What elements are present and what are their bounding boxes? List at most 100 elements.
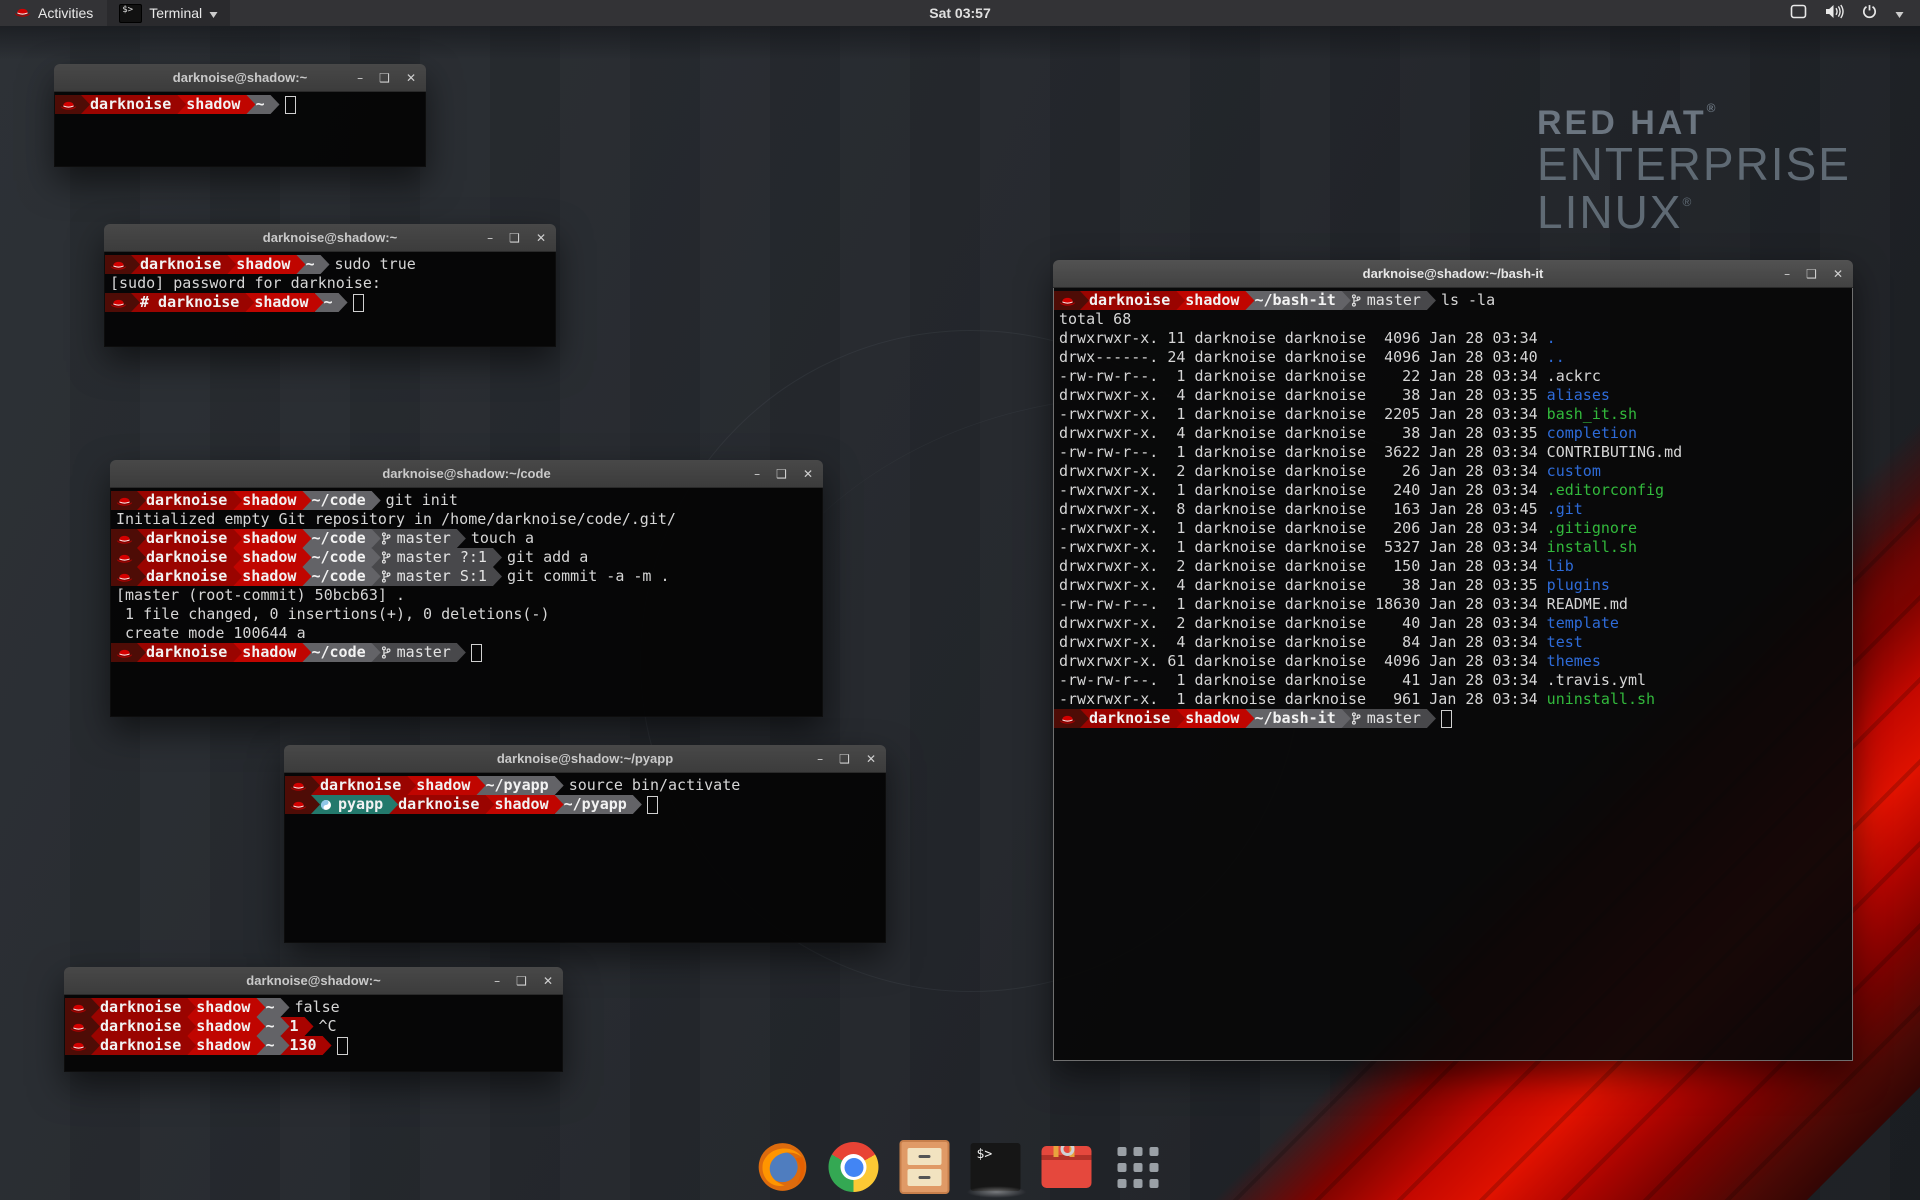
window-titlebar[interactable]: darknoise@shadow:~/pyapp–❑✕ xyxy=(284,745,886,773)
terminal-screen[interactable]: darknoiseshadow~sudo true[sudo] password… xyxy=(104,252,556,347)
minimize-button[interactable]: – xyxy=(754,468,760,480)
terminal-cursor xyxy=(1441,710,1452,728)
terminal-line: darknoiseshadow~/codemaster ?:1git add a xyxy=(111,548,822,567)
terminal-line: Initialized empty Git repository in /hom… xyxy=(111,510,822,529)
clock[interactable]: Sat 03:57 xyxy=(929,5,990,21)
maximize-button[interactable]: ❑ xyxy=(839,753,850,765)
ls-row-filename: lib xyxy=(1547,557,1574,575)
terminal-line: darknoiseshadow~/pyappsource bin/activat… xyxy=(285,776,885,795)
terminal-line: darknoiseshadow~/codemaster xyxy=(111,643,822,662)
terminal-line: darknoiseshadow~1^C xyxy=(65,1017,562,1036)
minimize-button[interactable]: – xyxy=(1784,268,1790,280)
ls-row-meta: -rw-rw-r--. 1 darknoise darknoise 22 Jan… xyxy=(1059,367,1547,385)
close-button[interactable]: ✕ xyxy=(1833,268,1843,280)
terminal-window-term-pyapp[interactable]: darknoise@shadow:~/pyapp–❑✕darknoiseshad… xyxy=(284,745,886,943)
terminal-line: -rwxrwxr-x. 1 darknoise darknoise 240 Ja… xyxy=(1054,481,1852,500)
top-bar-left: Activities $> Terminal xyxy=(0,0,230,26)
ls-row-filename: template xyxy=(1547,614,1619,632)
dock-item-chrome[interactable] xyxy=(827,1140,881,1194)
window-titlebar[interactable]: darknoise@shadow:~–❑✕ xyxy=(64,967,563,995)
ls-row-meta: -rwxrwxr-x. 1 darknoise darknoise 5327 J… xyxy=(1059,538,1547,556)
app-menu-label: Terminal xyxy=(149,5,202,21)
terminal-screen[interactable]: darknoiseshadow~/bash-itmasterls -latota… xyxy=(1053,288,1853,1061)
prompt-segment-host: shadow xyxy=(187,998,265,1017)
dock-item-terminal[interactable]: $> xyxy=(969,1140,1023,1194)
ls-row-meta: -rwxrwxr-x. 1 darknoise darknoise 2205 J… xyxy=(1059,405,1547,423)
dock-item-toolbox[interactable] xyxy=(1040,1140,1094,1194)
prompt-segment-git: master xyxy=(1342,291,1436,310)
chevron-down-icon xyxy=(209,5,218,21)
terminal-screen[interactable]: darknoiseshadow~/codegit initInitialized… xyxy=(110,488,823,717)
ls-row-meta: drwxrwxr-x. 2 darknoise darknoise 40 Jan… xyxy=(1059,614,1547,632)
window-titlebar[interactable]: darknoise@shadow:~ – ❑ ✕ xyxy=(104,224,556,252)
terminal-line: drwxrwxr-x. 2 darknoise darknoise 150 Ja… xyxy=(1054,557,1852,576)
command-text: source bin/activate xyxy=(569,776,741,795)
window-title: darknoise@shadow:~/bash-it xyxy=(1363,266,1544,281)
terminal-line: drwxrwxr-x. 4 darknoise darknoise 38 Jan… xyxy=(1054,576,1852,595)
output-text: [sudo] password for darknoise: xyxy=(110,274,381,292)
terminal-screen[interactable]: darknoiseshadow~/pyappsource bin/activat… xyxy=(284,773,886,943)
minimize-button[interactable]: – xyxy=(817,753,823,765)
close-button[interactable]: ✕ xyxy=(536,232,546,244)
logo-line-1: RED HAT xyxy=(1537,104,1707,142)
prompt-segment-git: master xyxy=(372,529,466,548)
prompt-segment-user: darknoise xyxy=(91,1017,196,1036)
window-controls: – ❑ ✕ xyxy=(1784,260,1843,287)
terminal-window-term-code[interactable]: darknoise@shadow:~/code – ❑ ✕ darknoiseshado… xyxy=(110,460,823,717)
ls-row-filename: plugins xyxy=(1547,576,1610,594)
prompt-segment-user: darknoise xyxy=(131,255,236,274)
terminal-line: pyappdarknoiseshadow~/pyapp xyxy=(285,795,885,814)
window-title: darknoise@shadow:~ xyxy=(263,230,397,245)
chevron-down-icon xyxy=(1895,5,1904,21)
display-icon xyxy=(1790,4,1807,22)
window-title: darknoise@shadow:~ xyxy=(173,70,307,85)
terminal-window-term-bashit[interactable]: darknoise@shadow:~/bash-it – ❑ ✕ darknoisesh… xyxy=(1053,260,1853,1061)
rhel-logo: RED HAT® ENTERPRISE LINUX® xyxy=(1537,102,1851,237)
prompt-segment-host: shadow xyxy=(245,293,323,312)
close-button[interactable]: ✕ xyxy=(866,753,876,765)
maximize-button[interactable]: ❑ xyxy=(516,975,527,987)
close-button[interactable]: ✕ xyxy=(406,72,416,84)
command-text: touch a xyxy=(471,529,534,548)
minimize-button[interactable]: – xyxy=(487,232,493,244)
terminal-screen[interactable]: darknoiseshadow~falsedarknoiseshadow~1^C… xyxy=(64,995,563,1072)
dock-item-app-grid[interactable] xyxy=(1111,1140,1165,1194)
maximize-button[interactable]: ❑ xyxy=(1806,268,1817,280)
window-titlebar[interactable]: darknoise@shadow:~/code – ❑ ✕ xyxy=(110,460,823,488)
terminal-window-term-sudo[interactable]: darknoise@shadow:~–❑✕darknoiseshadow~sud… xyxy=(104,224,556,347)
close-button[interactable]: ✕ xyxy=(803,468,813,480)
minimize-button[interactable]: – xyxy=(357,72,363,84)
power-icon xyxy=(1862,4,1877,22)
prompt-segment-git: master xyxy=(372,643,466,662)
maximize-button[interactable]: ❑ xyxy=(776,468,787,480)
window-titlebar[interactable]: darknoise@shadow:~/bash-it – ❑ ✕ xyxy=(1053,260,1853,288)
prompt-segment-user: darknoise xyxy=(91,998,196,1017)
terminal-line: total 68 xyxy=(1054,310,1852,329)
app-menu-terminal[interactable]: $> Terminal xyxy=(107,0,230,26)
prompt-segment-path: ~/code xyxy=(302,529,380,548)
prompt-segment-host: shadow xyxy=(187,1017,265,1036)
dock-item-files[interactable] xyxy=(898,1140,952,1194)
maximize-button[interactable]: ❑ xyxy=(509,232,520,244)
terminal-line: drwxrwxr-x. 61 darknoise darknoise 4096 … xyxy=(1054,652,1852,671)
top-bar: Activities $> Terminal Sat 03:57 xyxy=(0,0,1920,26)
terminal-line: -rwxrwxr-x. 1 darknoise darknoise 961 Ja… xyxy=(1054,690,1852,709)
terminal-window-term-exitcodes[interactable]: darknoise@shadow:~–❑✕darknoiseshadow~fal… xyxy=(64,967,563,1072)
prompt-segment-path: ~/code xyxy=(302,643,380,662)
activities-button[interactable]: Activities xyxy=(0,0,107,26)
close-button[interactable]: ✕ xyxy=(543,975,553,987)
terminal-window-term-home-1[interactable]: darknoise@shadow:~ – ❑ ✕ darknoiseshadow~ xyxy=(54,64,426,167)
ls-row-meta: drwxrwxr-x. 8 darknoise darknoise 163 Ja… xyxy=(1059,500,1547,518)
terminal-screen[interactable]: darknoiseshadow~ xyxy=(54,92,426,167)
terminal-line: drwx------. 24 darknoise darknoise 4096 … xyxy=(1054,348,1852,367)
maximize-button[interactable]: ❑ xyxy=(379,72,390,84)
ls-row-filename: uninstall.sh xyxy=(1547,690,1655,708)
terminal-icon: $> xyxy=(119,4,142,23)
window-title: darknoise@shadow:~/code xyxy=(382,466,550,481)
dock-item-firefox[interactable] xyxy=(756,1140,810,1194)
minimize-button[interactable]: – xyxy=(494,975,500,987)
window-titlebar[interactable]: darknoise@shadow:~ – ❑ ✕ xyxy=(54,64,426,92)
system-status-area[interactable] xyxy=(1790,0,1920,26)
terminal-line: drwxrwxr-x. 4 darknoise darknoise 38 Jan… xyxy=(1054,386,1852,405)
prompt-segment-host: shadow xyxy=(233,548,311,567)
